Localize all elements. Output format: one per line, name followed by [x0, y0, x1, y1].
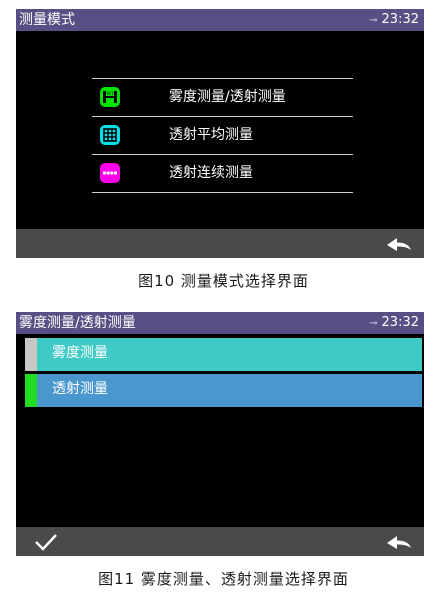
continuous-dots-icon [100, 163, 120, 183]
menu-item-label: 透射连续测量 [169, 165, 253, 181]
menu-item-label: 雾度测量/透射测量 [169, 89, 286, 105]
option-transmission-measurement[interactable]: 透射测量 [25, 374, 422, 407]
bottom-bar [16, 527, 424, 556]
usb-icon: ⊸ [369, 15, 378, 26]
mode-menu: H/T 雾度测量/透射测量 透射平均测量 透射连续测量 [92, 78, 353, 193]
menu-item-transmission-continuous[interactable]: 透射连续测量 [92, 154, 353, 193]
option-label: 雾度测量 [52, 345, 108, 361]
option-marker [25, 338, 37, 371]
option-haze-measurement[interactable]: 雾度测量 [25, 338, 422, 371]
status-area: ⊸ 23:32 [369, 312, 419, 335]
haze-transmission-mode-icon: H/T [100, 87, 120, 107]
average-grid-icon [100, 125, 120, 145]
back-arrow-icon[interactable] [384, 532, 414, 552]
back-arrow-icon[interactable] [384, 234, 414, 254]
checkmark-icon[interactable] [33, 532, 59, 552]
title-bar: 雾度测量/透射测量 ⊸ 23:32 [16, 312, 424, 334]
clock-time: 23:32 [381, 315, 419, 330]
svg-text:H/T: H/T [107, 91, 114, 96]
usb-icon: ⊸ [369, 318, 378, 329]
status-area: ⊸ 23:32 [369, 9, 419, 32]
screen-title: 测量模式 [19, 12, 75, 28]
screen-title: 雾度测量/透射测量 [19, 315, 136, 331]
menu-item-haze-transmission[interactable]: H/T 雾度测量/透射测量 [92, 78, 353, 116]
clock-time: 23:32 [381, 12, 419, 27]
measurement-mode-screen: 测量模式 ⊸ 23:32 H/T 雾度测量/透射测量 透射平均测量 透射连续测量 [16, 9, 424, 258]
menu-item-transmission-average[interactable]: 透射平均测量 [92, 116, 353, 154]
option-label: 透射测量 [52, 381, 108, 397]
title-bar: 测量模式 ⊸ 23:32 [16, 9, 424, 31]
bottom-bar [16, 229, 424, 258]
figure-caption: 图10 测量模式选择界面 [138, 272, 309, 290]
figure-caption: 图11 雾度测量、透射测量选择界面 [98, 570, 349, 588]
haze-transmission-screen: 雾度测量/透射测量 ⊸ 23:32 雾度测量 透射测量 [16, 312, 424, 556]
menu-item-label: 透射平均测量 [169, 127, 253, 143]
option-marker-selected [25, 374, 37, 407]
